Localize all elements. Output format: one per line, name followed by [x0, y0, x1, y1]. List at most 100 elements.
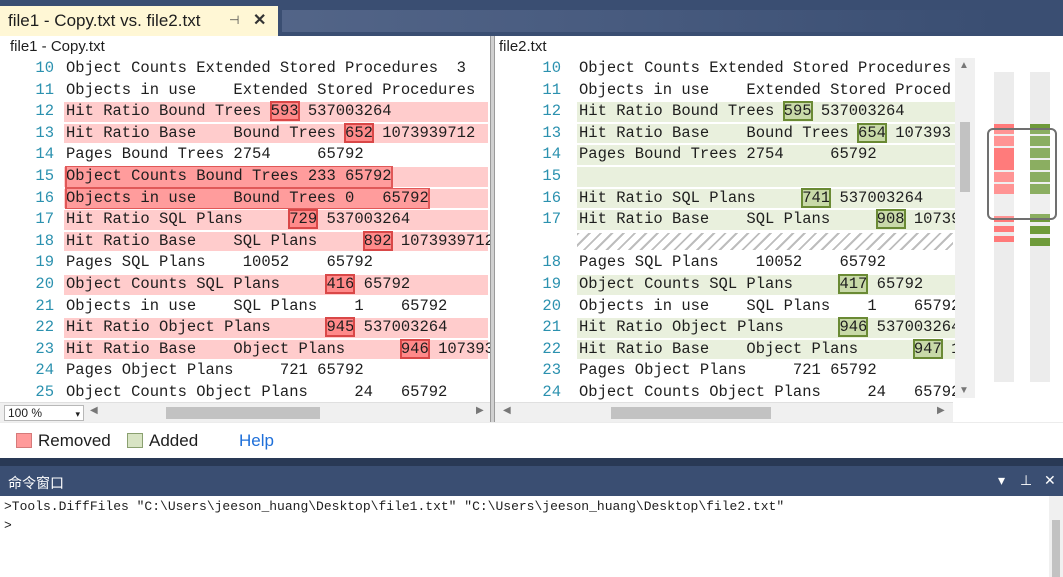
line-text-prefix: Hit Ratio Base Bound Trees: [66, 123, 346, 142]
line-text-suffix: 107393: [885, 123, 952, 142]
right-file-pane[interactable]: file2.txt 10 Object Counts Extended Store…: [495, 36, 975, 422]
pin-icon[interactable]: ⊥: [1020, 472, 1032, 489]
line-number: 21: [542, 318, 561, 337]
diff-line[interactable]: 10 Object Counts Extended Stored Procedur…: [495, 58, 975, 80]
line-text: Hit Ratio Object Plans 945 537003264: [66, 317, 447, 339]
scroll-left-icon[interactable]: ◀: [503, 405, 511, 416]
scroll-right-icon[interactable]: ▶: [937, 405, 945, 416]
scrollbar-thumb[interactable]: [1052, 520, 1060, 577]
document-tab[interactable]: file1 - Copy.txt vs. file2.txt ⊣ ✕: [0, 6, 278, 36]
scrollbar-thumb[interactable]: [960, 122, 970, 192]
overview-right-column: [1030, 72, 1050, 382]
diff-line[interactable]: 21 Hit Ratio Object Plans 946 537003264: [495, 317, 975, 339]
diff-line[interactable]: [495, 231, 975, 253]
diff-line[interactable]: 15: [495, 166, 975, 188]
line-text-suffix: 1073939712: [372, 123, 476, 142]
dropdown-icon[interactable]: ▾: [998, 472, 1005, 489]
line-text-prefix: Hit Ratio Base SQL Plans: [579, 210, 877, 229]
left-file-pane[interactable]: file1 - Copy.txt 10 Object Counts Extende…: [0, 36, 490, 422]
diff-line[interactable]: 11 Objects in use Extended Stored Proced: [495, 80, 975, 102]
scrollbar-thumb[interactable]: [166, 407, 320, 419]
diff-line[interactable]: 14 Pages Bound Trees 2754 65792: [0, 144, 490, 166]
diff-line[interactable]: 23 Pages Object Plans 721 65792: [495, 360, 975, 382]
diff-line[interactable]: 18 Pages SQL Plans 10052 65792: [495, 252, 975, 274]
line-number: 18: [35, 231, 54, 250]
line-text: Hit Ratio Base Object Plans 947 10: [579, 338, 970, 361]
right-file-title: file2.txt: [499, 38, 547, 55]
line-number: 19: [35, 253, 54, 272]
blurred-tab-area: [282, 10, 1002, 32]
line-text: Object Counts Extended Stored Procedures: [579, 59, 952, 77]
chevron-down-icon[interactable]: ▾: [75, 407, 80, 421]
diff-line[interactable]: 13 Hit Ratio Base Bound Trees 652 1073939…: [0, 122, 490, 145]
removed-change-highlight: 652: [344, 122, 374, 143]
line-text: Object Counts Object Plans 24 65792: [66, 382, 448, 401]
scroll-down-icon[interactable]: ▼: [959, 385, 969, 396]
line-text-prefix: Object Counts SQL Plans: [66, 274, 327, 293]
scroll-up-icon[interactable]: ▲: [959, 60, 969, 71]
diff-line[interactable]: 25 Object Counts Object Plans 24 65792: [0, 382, 490, 404]
diff-line[interactable]: 14 Pages Bound Trees 2754 65792: [495, 144, 975, 166]
line-text: Pages SQL Plans 10052 65792: [579, 253, 886, 272]
line-text-prefix: Hit Ratio Object Plans: [579, 318, 840, 337]
help-link[interactable]: Help: [239, 431, 274, 451]
diff-line[interactable]: 20 Object Counts SQL Plans 416 65792: [0, 273, 490, 296]
line-text-prefix: Hit Ratio Object Plans: [66, 318, 327, 337]
diff-line[interactable]: 19 Pages SQL Plans 10052 65792: [0, 252, 490, 274]
line-number: 12: [542, 102, 561, 121]
line-text: Hit Ratio Object Plans 946 537003264: [579, 317, 960, 339]
scroll-right-icon[interactable]: ▶: [476, 405, 484, 416]
diff-overview-margin[interactable]: [980, 58, 1063, 398]
command-window-title: 命令窗口: [8, 475, 64, 491]
line-text-suffix: 537003264: [867, 318, 961, 337]
command-vertical-scrollbar[interactable]: [1049, 496, 1063, 577]
line-text: Object Counts SQL Plans 416 65792: [66, 273, 410, 296]
diff-line[interactable]: 16 Objects in use Bound Trees 0 65792: [0, 187, 490, 210]
removed-change-highlight: 416: [325, 273, 356, 294]
close-icon[interactable]: ✕: [1044, 472, 1056, 489]
overview-added-mark: [1030, 238, 1050, 246]
diff-line[interactable]: 17 Hit Ratio Base SQL Plans 908 107393: [495, 209, 975, 231]
overview-viewport-box[interactable]: [987, 128, 1057, 220]
diff-line[interactable]: 11 Objects in use Extended Stored Procedu…: [0, 80, 490, 102]
right-horizontal-scrollbar[interactable]: ◀ ▶: [495, 402, 953, 422]
close-icon[interactable]: ✕: [253, 10, 266, 30]
scrollbar-thumb[interactable]: [611, 407, 771, 419]
diff-line[interactable]: 19 Object Counts SQL Plans 417 65792: [495, 273, 975, 296]
tab-title: file1 - Copy.txt vs. file2.txt: [8, 11, 201, 30]
diff-window: file1 - Copy.txt 10 Object Counts Extende…: [0, 36, 1063, 422]
diff-line[interactable]: 23 Hit Ratio Base Object Plans 946 107393…: [0, 338, 490, 361]
diff-line[interactable]: 18 Hit Ratio Base SQL Plans 892 107393971…: [0, 230, 490, 253]
diff-line[interactable]: 21 Objects in use SQL Plans 1 65792: [0, 296, 490, 318]
line-text-suffix: 537003264: [298, 102, 392, 121]
vertical-scrollbar[interactable]: ▲ ▼: [955, 58, 975, 398]
line-text-suffix: 1073939: [438, 339, 490, 358]
command-prompt[interactable]: >: [4, 518, 12, 533]
line-number: 15: [35, 166, 54, 185]
command-window-body[interactable]: >Tools.DiffFiles "C:\Users\jeeson_huang\…: [0, 496, 1063, 577]
added-change-highlight: 908: [875, 209, 906, 230]
scroll-left-icon[interactable]: ◀: [90, 405, 98, 416]
zoom-dropdown[interactable]: 100 % ▾: [4, 405, 84, 421]
line-text-prefix: Hit Ratio Bound Trees: [579, 102, 784, 121]
diff-line[interactable]: 15 Object Counts Bound Trees 233 65792: [0, 165, 490, 188]
diff-line[interactable]: 13 Hit Ratio Base Bound Trees 654 107393: [495, 122, 975, 145]
diff-line[interactable]: 22 Hit Ratio Base Object Plans 947 10: [495, 338, 975, 361]
diff-line[interactable]: 24 Pages Object Plans 721 65792: [0, 360, 490, 382]
diff-line[interactable]: 22 Hit Ratio Object Plans 945 537003264: [0, 317, 490, 339]
removed-swatch: [16, 433, 32, 448]
diff-line[interactable]: 20 Objects in use SQL Plans 1 65792: [495, 296, 975, 318]
pin-icon[interactable]: ⊣: [229, 13, 239, 27]
diff-line[interactable]: 24 Object Counts Object Plans 24 65792: [495, 382, 975, 404]
diff-line[interactable]: 17 Hit Ratio SQL Plans 729 537003264: [0, 209, 490, 231]
diff-line[interactable]: 12 Hit Ratio Bound Trees 595 537003264: [495, 101, 975, 123]
overview-removed-mark: [994, 226, 1014, 232]
line-number: 15: [542, 166, 561, 185]
diff-line[interactable]: 16 Hit Ratio SQL Plans 741 537003264: [495, 187, 975, 210]
diff-line[interactable]: 12 Hit Ratio Bound Trees 593 537003264: [0, 101, 490, 123]
line-text: Objects in use SQL Plans 1 65792: [66, 296, 448, 315]
diff-line[interactable]: 10 Object Counts Extended Stored Procedur…: [0, 58, 490, 80]
line-number: 20: [35, 274, 54, 293]
left-horizontal-scrollbar[interactable]: 100 % ▾ ◀ ▶: [0, 402, 490, 422]
line-text: Pages SQL Plans 10052 65792: [66, 253, 373, 272]
